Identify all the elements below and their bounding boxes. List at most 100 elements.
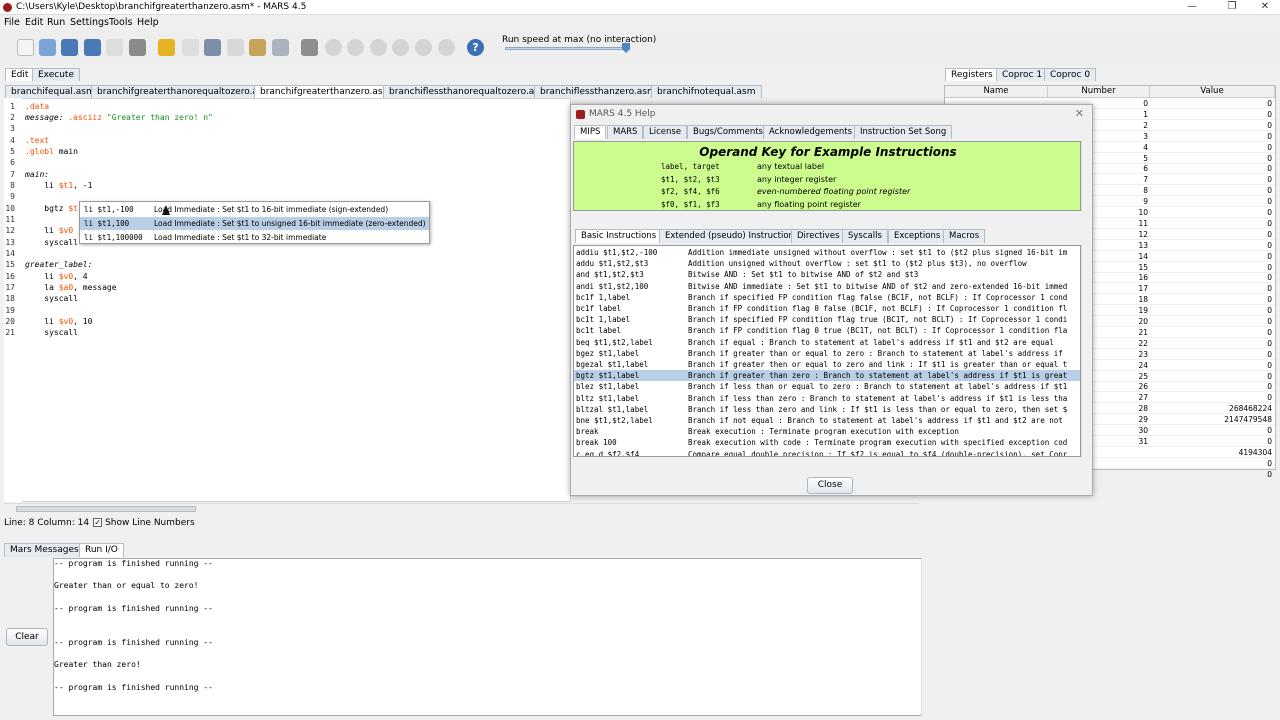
menu-run[interactable]: Run bbox=[47, 17, 65, 28]
file-tab-branchifnotequal[interactable]: branchifnotequal.asm bbox=[651, 85, 762, 98]
instruction-row[interactable]: c.eq.d $f2,$f4 Compare equal double preci… bbox=[574, 449, 1080, 456]
tab-coproc1[interactable]: Coproc 1 bbox=[996, 68, 1049, 81]
instruction-row[interactable]: blez $t1,label Branch if less than or equ… bbox=[574, 381, 1080, 392]
register-value[interactable]: 0 bbox=[1150, 196, 1274, 207]
register-value[interactable]: 0 bbox=[1150, 381, 1274, 392]
find-replace-icon[interactable] bbox=[272, 39, 289, 56]
tab-mars-messages[interactable]: Mars Messages bbox=[4, 543, 85, 557]
instruction-row-selected[interactable]: bgtz $t1,label Branch if greater than zer… bbox=[574, 370, 1080, 382]
help-icon[interactable]: ? bbox=[467, 39, 484, 56]
register-value[interactable]: 0 bbox=[1150, 338, 1274, 349]
menu-edit[interactable]: Edit bbox=[25, 17, 43, 28]
autocomplete-item-selected[interactable]: li $t1,100 Load Immediate : Set $t1 to un… bbox=[80, 217, 429, 230]
step-icon[interactable] bbox=[347, 39, 364, 56]
editor-horizontal-scrollbar[interactable] bbox=[4, 503, 919, 513]
help-tab-basic-instructions[interactable]: Basic Instructions bbox=[575, 229, 663, 243]
file-tab-branchifequal[interactable]: branchifequal.asm bbox=[5, 85, 101, 98]
instruction-row[interactable]: break 100 Break execution with code : Ter… bbox=[574, 437, 1080, 448]
help-tab-mips[interactable]: MIPS bbox=[574, 125, 607, 139]
pause-icon[interactable] bbox=[392, 39, 409, 56]
redo-icon[interactable] bbox=[182, 39, 199, 56]
register-value[interactable]: 0 bbox=[1150, 185, 1274, 196]
code-editor[interactable] bbox=[4, 98, 571, 502]
stop-icon[interactable] bbox=[415, 39, 432, 56]
instruction-row[interactable]: bgez $t1,label Branch if greater than or … bbox=[574, 348, 1080, 359]
instruction-row[interactable]: bc1t label Branch if FP condition flag 0 … bbox=[574, 325, 1080, 336]
maximize-button[interactable]: ❐ bbox=[1215, 0, 1249, 15]
register-value[interactable]: 0 bbox=[1150, 229, 1274, 240]
register-value[interactable]: 268468224 bbox=[1150, 403, 1274, 414]
backstep-icon[interactable] bbox=[370, 39, 387, 56]
help-tab-mars[interactable]: MARS bbox=[607, 125, 644, 139]
register-value[interactable]: 0 bbox=[1150, 131, 1274, 142]
help-tab-syscalls[interactable]: Syscalls bbox=[842, 229, 888, 243]
run-io-output[interactable]: -- program is finished running -- Greate… bbox=[53, 558, 934, 716]
help-tab-bugs-comments[interactable]: Bugs/Comments bbox=[687, 125, 769, 139]
undo-icon[interactable] bbox=[158, 39, 175, 56]
instruction-row[interactable]: beq $t1,$t2,label Branch if equal : Branc… bbox=[574, 337, 1080, 348]
tab-run-io[interactable]: Run I/O bbox=[79, 543, 124, 557]
instruction-list-scrollbar[interactable] bbox=[1081, 245, 1090, 457]
register-value[interactable]: 0 bbox=[1150, 262, 1274, 273]
register-value[interactable]: 0 bbox=[1150, 305, 1274, 316]
register-value[interactable]: 0 bbox=[1150, 349, 1274, 360]
instruction-row[interactable]: bc1f 1,label Branch if specified FP condi… bbox=[574, 292, 1080, 303]
save-icon[interactable] bbox=[61, 39, 78, 56]
cut-icon[interactable] bbox=[204, 39, 221, 56]
show-line-numbers-checkbox[interactable]: ✓ bbox=[93, 518, 103, 527]
register-value[interactable]: 0 bbox=[1150, 316, 1274, 327]
clear-button[interactable]: Clear bbox=[6, 628, 48, 646]
register-value[interactable]: 0 bbox=[1150, 163, 1274, 174]
register-value[interactable]: 0 bbox=[1150, 425, 1274, 436]
register-value[interactable]: 0 bbox=[1150, 327, 1274, 338]
instruction-row[interactable]: and $t1,$t2,$t3 Bitwise AND : Set $t1 to … bbox=[574, 269, 1080, 280]
menu-tools[interactable]: Tools bbox=[109, 17, 132, 28]
register-value[interactable]: 0 bbox=[1150, 272, 1274, 283]
file-tab-branchiflessthanzero[interactable]: branchiflessthanzero.asm bbox=[534, 85, 662, 98]
file-tab-branchiflessthanorequaltozero[interactable]: branchiflessthanorequaltozero.asm bbox=[383, 85, 554, 98]
register-value[interactable]: 0 bbox=[1150, 240, 1274, 251]
instruction-row[interactable]: bltz $t1,label Branch if less than zero :… bbox=[574, 393, 1080, 404]
instruction-row[interactable]: andi $t1,$t2,100 Bitwise AND immediate : … bbox=[574, 281, 1080, 292]
register-value[interactable]: 0 bbox=[1150, 142, 1274, 153]
run-speed-slider[interactable] bbox=[505, 47, 630, 50]
print-icon[interactable] bbox=[129, 39, 146, 56]
menu-help[interactable]: Help bbox=[137, 17, 159, 28]
instruction-row[interactable]: bc1f label Branch if FP condition flag 0 … bbox=[574, 303, 1080, 314]
register-value[interactable]: 2147479548 bbox=[1150, 414, 1274, 425]
instruction-row[interactable]: addu $t1,$t2,$t3 Addition unsigned withou… bbox=[574, 258, 1080, 269]
register-value[interactable]: 0 bbox=[1150, 218, 1274, 229]
tab-execute[interactable]: Execute bbox=[32, 68, 80, 81]
register-value[interactable]: 0 bbox=[1150, 120, 1274, 131]
output-vertical-scrollbar[interactable] bbox=[921, 558, 934, 716]
instruction-row[interactable]: bne $t1,$t2,label Branch if not equal : B… bbox=[574, 415, 1080, 426]
column-header-number[interactable]: Number bbox=[1048, 86, 1150, 98]
autocomplete-item[interactable]: li $t1,-100 Load Immediate : Set $t1 to 1… bbox=[80, 203, 429, 216]
reset-icon[interactable] bbox=[438, 39, 455, 56]
menu-settings[interactable]: Settings bbox=[70, 17, 109, 28]
register-value[interactable]: 0 bbox=[1150, 371, 1274, 382]
dump-memory-icon[interactable] bbox=[106, 39, 123, 56]
register-value[interactable]: 0 bbox=[1150, 98, 1274, 109]
column-header-value[interactable]: Value bbox=[1150, 86, 1275, 98]
instruction-row[interactable]: bltzal $t1,label Branch if less than zero… bbox=[574, 404, 1080, 415]
register-value[interactable]: 0 bbox=[1150, 283, 1274, 294]
menu-file[interactable]: File bbox=[4, 17, 20, 28]
help-tab-instruction-set-song[interactable]: Instruction Set Song bbox=[854, 125, 953, 139]
help-tab-exceptions[interactable]: Exceptions bbox=[888, 229, 947, 243]
help-tab-macros[interactable]: Macros bbox=[943, 229, 986, 243]
help-close-icon[interactable]: ✕ bbox=[1075, 107, 1084, 120]
assemble-icon[interactable] bbox=[301, 39, 318, 56]
tab-registers[interactable]: Registers bbox=[945, 68, 999, 81]
register-value[interactable]: 0 bbox=[1150, 251, 1274, 262]
register-value[interactable]: 0 bbox=[1150, 436, 1274, 447]
help-tab-acknowledgements[interactable]: Acknowledgements bbox=[763, 125, 859, 139]
file-tab-branchifgreaterthanorequaltozero[interactable]: branchifgreaterthanorequaltozero.asm bbox=[91, 85, 278, 98]
help-tab-extended-instructions[interactable]: Extended (pseudo) Instructions bbox=[659, 229, 805, 243]
register-value[interactable]: 0 bbox=[1150, 174, 1274, 185]
tab-edit[interactable]: Edit bbox=[5, 68, 35, 81]
run-icon[interactable] bbox=[325, 39, 342, 56]
autocomplete-item[interactable]: li $t1,100000 Load Immediate : Set $t1 to… bbox=[80, 231, 429, 244]
register-value[interactable]: 4194304 bbox=[1150, 447, 1274, 458]
register-value[interactable]: 0 bbox=[1150, 109, 1274, 120]
